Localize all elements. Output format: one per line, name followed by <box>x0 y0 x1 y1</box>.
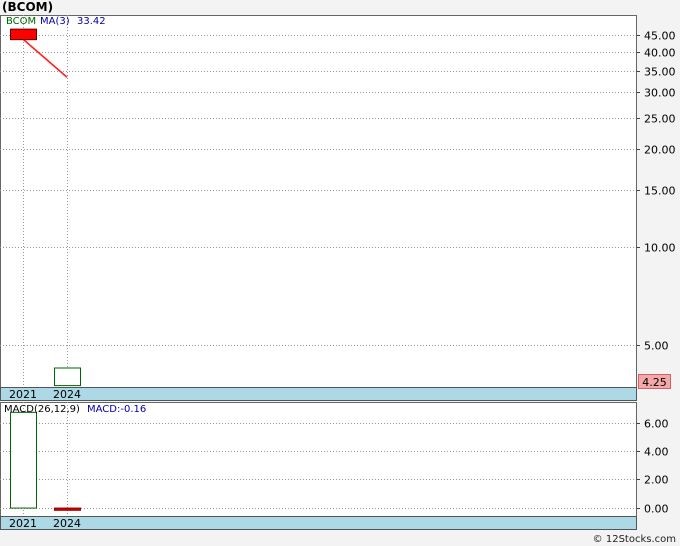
macd-xtick-label: 2024 <box>53 517 81 530</box>
price-tick-label: 10.00 <box>644 242 676 255</box>
macd-tick-label: 2.00 <box>644 474 669 487</box>
legend-ma-label: MA(3) <box>40 16 70 27</box>
price-tick-label: 5.00 <box>644 340 669 353</box>
price-xtick-label: 2021 <box>9 388 37 401</box>
price-tick-label: 20.00 <box>644 144 676 157</box>
legend-symbol: BCOM <box>6 16 36 27</box>
macd-bar <box>10 411 37 509</box>
legend-ma-value: 33.42 <box>77 16 106 27</box>
price-tick-label: 40.00 <box>644 47 676 60</box>
candle <box>10 28 37 41</box>
macd-tick-label: 4.00 <box>644 446 669 459</box>
macd-tick-label: 6.00 <box>644 418 669 431</box>
price-tick-label: 15.00 <box>644 185 676 198</box>
stock-chart: 5.00 10.00 15.00 20.00 25.00 30.00 35.00 40.00 4… <box>0 15 676 530</box>
price-tick-label: 30.00 <box>644 87 676 100</box>
macd-xaxis-bar <box>0 516 637 530</box>
price-xaxis-bar <box>0 387 637 401</box>
price-panel: 5.00 10.00 15.00 20.00 25.00 30.00 35.00 40.00 4… <box>0 15 676 401</box>
footer-credit: © 12Stocks.com <box>592 534 676 545</box>
price-tick-label: 45.00 <box>644 30 676 43</box>
macd-tick-label: 0.00 <box>644 503 669 516</box>
candle <box>54 367 81 387</box>
macd-legend-label: MACD(26,12,9) <box>4 404 80 415</box>
price-tick-label: 25.00 <box>644 113 676 126</box>
macd-xtick-label: 2021 <box>9 517 37 530</box>
price-xtick-label: 2024 <box>53 388 81 401</box>
price-tick-label: 35.00 <box>644 66 676 79</box>
macd-panel: 0.00 2.00 4.00 6.00 2021 2024 MACD(26,12,9) MAC… <box>0 402 669 530</box>
macd-plot-area <box>0 402 637 517</box>
chart-title: (BCOM) <box>2 0 54 14</box>
last-price-label: 4.25 <box>642 376 667 389</box>
macd-legend-value: MACD:-0.16 <box>87 404 146 415</box>
macd-bar <box>54 507 81 511</box>
